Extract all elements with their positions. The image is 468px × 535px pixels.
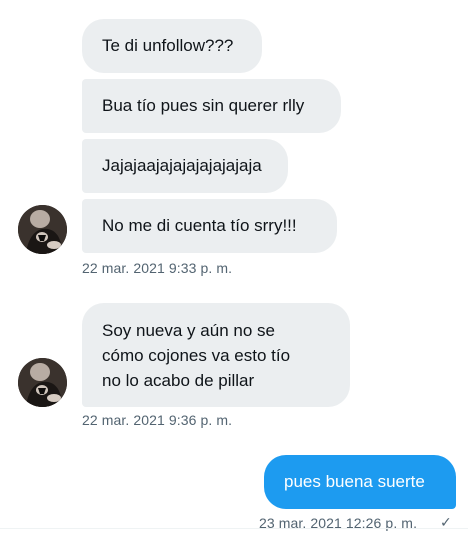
sender-avatar[interactable] <box>18 358 67 407</box>
message-text: No me di cuenta tío srry!!! <box>102 216 297 235</box>
message-text-line: no lo acabo de pillar <box>102 371 255 390</box>
message-bubble-outgoing[interactable]: pues buena suerte <box>264 455 456 509</box>
message-text: Bua tío pues sin querer rlly <box>102 96 305 115</box>
message-text-line: cómo cojones va esto tío <box>102 346 291 365</box>
message-bubble-incoming[interactable]: Jajajaajajajajajajajaja <box>82 139 288 193</box>
sender-avatar[interactable] <box>18 205 67 254</box>
message-bubble-incoming[interactable]: Bua tío pues sin querer rlly <box>82 79 341 133</box>
message-text-line: Soy nueva y aún no se <box>102 321 275 340</box>
message-bubble-incoming[interactable]: No me di cuenta tío srry!!! <box>82 199 337 253</box>
message-timestamp: 22 mar. 2021 9:36 p. m. <box>82 412 233 428</box>
divider <box>0 528 468 529</box>
message-text: Te di unfollow??? <box>102 36 234 55</box>
message-bubble-incoming[interactable]: Te di unfollow??? <box>82 19 262 73</box>
message-timestamp: 22 mar. 2021 9:33 p. m. <box>82 260 233 276</box>
message-text: Jajajaajajajajajajajaja <box>102 156 262 175</box>
message-text: pues buena suerte <box>284 472 425 491</box>
message-bubble-incoming[interactable]: Soy nueva y aún no se cómo cojones va es… <box>82 303 350 407</box>
